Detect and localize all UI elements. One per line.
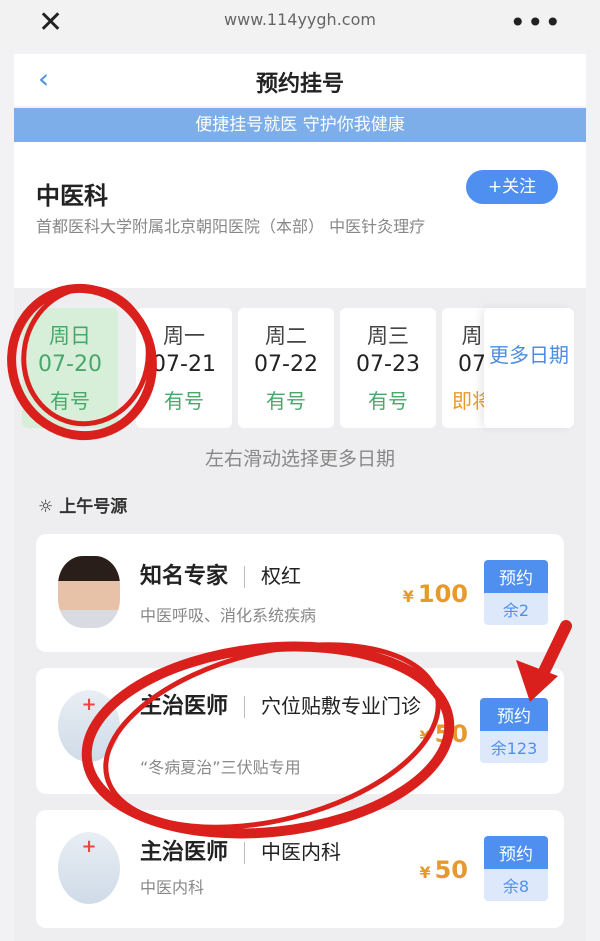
currency-symbol: ¥ [419,727,431,746]
date-value: 07-21 [152,352,216,377]
book-label: 预约 [484,836,548,869]
browser-bar: ✕ www.114yygh.com ••• [0,0,600,50]
date-status: 有号 [368,389,408,413]
price: ¥50 [419,720,468,748]
date-value: 07-20 [38,352,102,377]
doctor-title-row: 主治医师 中医内科 [140,834,341,866]
date-selector: 周日 07-20 有号 周一 07-21 有号 周二 07-22 有号 周三 0… [14,288,586,486]
doctor-placeholder-avatar [58,832,120,904]
price-value: 100 [417,580,468,608]
doctor-level: 主治医师 [140,840,229,865]
morning-slots: ☼上午号源 知名专家 权红 中医呼吸、消化系统疾病 ¥100 预约 余2 主治医师… [14,486,586,941]
sun-icon: ☼ [38,497,54,517]
more-options-icon[interactable]: ••• [509,6,562,39]
date-card[interactable]: 周二 07-22 有号 [238,308,334,428]
currency-symbol: ¥ [419,863,431,882]
doctor-card[interactable]: 主治医师中医内科 中医内科 ¥50 预约 余8 [36,810,564,928]
doctor-level: 主治医师 [140,694,229,719]
page-title: 预约挂号 [255,72,344,97]
date-card[interactable]: 周一 07-21 有号 [136,308,232,428]
book-button[interactable]: 预约 余2 [484,560,548,625]
remaining-count: 余8 [484,869,548,901]
nav-bar: ‹ 预约挂号 [14,54,586,106]
doctor-specialty: “冬病夏治”三伏贴专用 [140,758,301,777]
more-dates-button[interactable]: 更多日期 [484,308,574,428]
date-status: 有号 [266,389,306,413]
doctor-name: 穴位贴敷专业门诊 [261,694,422,718]
price-value: 50 [434,856,468,884]
book-button[interactable]: 预约 余8 [484,836,548,901]
divider [244,842,246,864]
swipe-hint: 左右滑动选择更多日期 [204,448,395,470]
doctor-title-row: 主治医师 穴位贴敷专业门诊 [140,692,430,721]
doctor-card[interactable]: 知名专家 权红 中医呼吸、消化系统疾病 ¥100 预约 余2 [36,534,564,652]
date-weekday: 周一 [163,324,205,348]
currency-symbol: ¥ [402,587,414,606]
date-weekday: 周三 [367,324,409,348]
section-title-text: 上午号源 [59,497,128,517]
department-name: 中医科 [36,182,108,210]
doctor-title-row: 知名专家 权红 [140,558,301,590]
hospital-name: 首都医科大学附属北京朝阳医院（本部） 中医针灸理疗 [36,217,426,236]
divider [244,566,246,588]
price: ¥50 [419,856,468,884]
date-value: 07-22 [254,352,318,377]
date-weekday: 周二 [265,324,307,348]
date-weekday: 周日 [49,324,91,348]
doctor-placeholder-avatar [58,690,120,762]
remaining-count: 余2 [484,593,548,625]
doctor-specialty: 中医内科 [140,878,205,897]
book-label: 预约 [484,560,548,593]
date-status: 有号 [50,389,90,413]
doctor-card[interactable]: 主治医师 穴位贴敷专业门诊 “冬病夏治”三伏贴专用 ¥50 预约 余123 [36,668,564,794]
date-card[interactable]: 周三 07-23 有号 [340,308,436,428]
doctor-photo [58,556,120,628]
price: ¥100 [403,580,468,608]
divider [244,696,246,718]
book-button[interactable]: 预约 余123 [480,698,548,763]
date-value: 07-23 [356,352,420,377]
price-value: 50 [434,720,468,748]
doctor-level: 知名专家 [140,564,229,589]
remaining-count: 余123 [480,731,548,763]
department-header: 中医科 +关注 首都医科大学附属北京朝阳医院（本部） 中医针灸理疗 [14,142,586,288]
section-title: ☼ 上午号源 [38,492,127,517]
date-card[interactable]: 周日 07-20 有号 [22,308,118,428]
date-status: 有号 [164,389,204,413]
doctor-name: 中医内科 [261,840,342,864]
doctor-name: 权红 [261,564,302,588]
slogan-banner: 便捷挂号就医 守护你我健康 [14,108,586,142]
follow-button[interactable]: +关注 [466,170,558,204]
doctor-specialty: 中医呼吸、消化系统疾病 [140,606,317,625]
book-label: 预约 [480,698,548,731]
